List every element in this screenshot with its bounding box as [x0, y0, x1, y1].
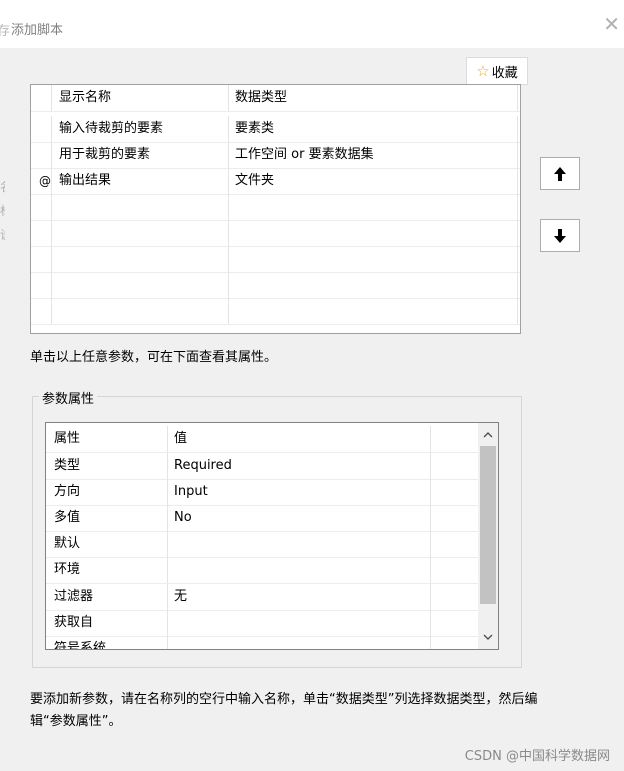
- table-row[interactable]: 用于裁剪的要素 工作空间 or 要素数据集: [31, 142, 520, 169]
- move-up-button[interactable]: [540, 157, 580, 190]
- parameter-type[interactable]: 工作空间 or 要素数据集: [229, 142, 518, 168]
- table-row[interactable]: 获取自: [46, 610, 479, 637]
- close-icon[interactable]: ✕: [603, 14, 620, 34]
- chevron-down-icon: [483, 634, 493, 640]
- table-row[interactable]: 多值 No: [46, 505, 479, 532]
- empty-row[interactable]: [31, 194, 520, 221]
- table-row[interactable]: 环境: [46, 557, 479, 584]
- properties-table[interactable]: 属性 值 类型 Required 方向 Input 多值 No 默认 环境 过滤…: [45, 422, 499, 650]
- watermark: CSDN @中国科学数据网: [464, 749, 610, 764]
- scrollbar-thumb[interactable]: [480, 446, 496, 604]
- column-header-data-type[interactable]: 数据类型: [229, 85, 518, 111]
- empty-row[interactable]: [31, 298, 520, 325]
- table-row[interactable]: @ 输出结果 文件夹: [31, 168, 520, 195]
- property-value[interactable]: [168, 531, 431, 557]
- scroll-down-button[interactable]: [478, 627, 498, 647]
- column-header-value[interactable]: 值: [168, 426, 431, 452]
- table-header-row: 显示名称 数据类型: [31, 85, 520, 112]
- parameter-name[interactable]: 输入待裁剪的要素: [53, 116, 229, 142]
- favorite-button[interactable]: ☆ 收藏: [466, 57, 528, 85]
- parameter-type[interactable]: 文件夹: [229, 168, 518, 194]
- table-row[interactable]: 类型 Required: [46, 453, 479, 480]
- table-row[interactable]: 过滤器 无: [46, 584, 479, 611]
- property-name: 方向: [46, 479, 168, 505]
- property-value[interactable]: Input: [168, 479, 431, 505]
- scroll-up-button[interactable]: [478, 425, 498, 445]
- star-icon: ☆: [476, 62, 490, 80]
- property-value[interactable]: [168, 636, 431, 649]
- property-name: 默认: [46, 531, 168, 557]
- row-marker: [31, 142, 52, 168]
- properties-group-label: 参数属性: [39, 388, 98, 407]
- empty-row[interactable]: [31, 246, 520, 273]
- chevron-up-icon: [483, 432, 493, 438]
- favorite-label: 收藏: [491, 65, 518, 81]
- parameter-name[interactable]: 用于裁剪的要素: [53, 142, 229, 168]
- move-down-button[interactable]: [540, 219, 580, 252]
- background-title-fragment: 存: [0, 24, 11, 39]
- column-header-display-name[interactable]: 显示名称: [53, 85, 229, 111]
- empty-row[interactable]: [31, 220, 520, 247]
- table-row[interactable]: 符号系统: [46, 636, 479, 649]
- arrow-up-icon: [554, 166, 566, 181]
- property-value[interactable]: No: [168, 505, 431, 531]
- help-text: 要添加新参数，请在名称列的空行中输入名称，单击“数据类型”列选择数据类型，然后编…: [30, 692, 538, 729]
- parameter-name[interactable]: 输出结果: [53, 168, 229, 194]
- property-name: 过滤器: [46, 584, 168, 610]
- empty-row[interactable]: [31, 272, 520, 299]
- table-header-row: 属性 值: [46, 426, 479, 453]
- row-marker: @: [31, 168, 52, 194]
- row-marker: [31, 116, 52, 142]
- property-value[interactable]: [168, 610, 431, 636]
- property-value[interactable]: Required: [168, 453, 431, 479]
- table-row[interactable]: 输入待裁剪的要素 要素类: [31, 116, 520, 143]
- dialog-title: 添加脚本: [11, 23, 64, 38]
- vertical-scrollbar[interactable]: [478, 423, 498, 649]
- property-name: 多值: [46, 505, 168, 531]
- property-name: 符号系统: [46, 636, 168, 649]
- property-value[interactable]: [168, 557, 431, 583]
- property-value[interactable]: 无: [168, 584, 431, 610]
- property-name: 环境: [46, 557, 168, 583]
- parameter-type[interactable]: 要素类: [229, 116, 518, 142]
- column-header-property[interactable]: 属性: [46, 426, 168, 452]
- title-bar: 存 添加脚本 ✕: [0, 0, 624, 48]
- table-row[interactable]: 默认: [46, 531, 479, 558]
- property-name: 类型: [46, 453, 168, 479]
- table-row[interactable]: 方向 Input: [46, 479, 479, 506]
- arrow-down-icon: [554, 228, 566, 243]
- hint-text: 单击以上任意参数，可在下面查看其属性。: [30, 350, 278, 365]
- parameters-table[interactable]: 显示名称 数据类型 输入待裁剪的要素 要素类 用于裁剪的要素 工作空间 or 要…: [30, 84, 521, 334]
- property-name: 获取自: [46, 610, 168, 636]
